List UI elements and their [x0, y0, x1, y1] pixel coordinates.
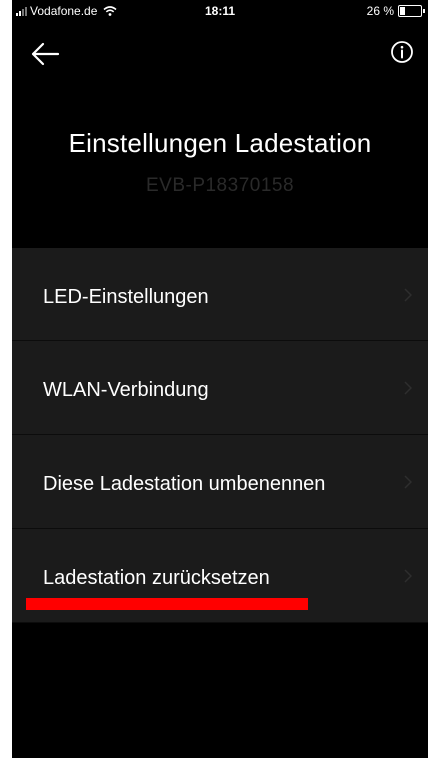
status-time: 18:11	[204, 4, 236, 18]
station-id: EVB-P18370158	[145, 175, 295, 196]
settings-menu: LED-Einstellungen WLAN-Verbindung Diese …	[12, 248, 428, 623]
menu-item-label: Ladestation zurücksetzen	[43, 567, 270, 589]
menu-item-label: WLAN-Verbindung	[43, 379, 209, 401]
highlight-underline	[26, 598, 308, 610]
app-screen: Vodafone.de 18:11 26 % Einstellungen Lad…	[12, 0, 428, 758]
menu-item-rename-station[interactable]: Diese Ladestation umbenennen	[12, 435, 428, 529]
chevron-right-icon	[404, 475, 412, 489]
battery-percent: 26 %	[366, 4, 394, 18]
chevron-right-icon	[404, 288, 412, 302]
status-bar: Vodafone.de 18:11 26 %	[12, 0, 428, 22]
battery-icon	[398, 5, 425, 17]
menu-item-label: Diese Ladestation umbenennen	[43, 473, 326, 495]
menu-item-led-settings[interactable]: LED-Einstellungen	[12, 248, 428, 341]
chevron-right-icon	[404, 381, 412, 395]
menu-item-wlan-connection[interactable]: WLAN-Verbindung	[12, 341, 428, 435]
status-right: 26 %	[366, 4, 425, 18]
page-title: Einstellungen Ladestation	[68, 128, 372, 158]
chevron-right-icon	[404, 569, 412, 583]
menu-item-label: LED-Einstellungen	[43, 286, 209, 308]
info-icon[interactable]	[390, 40, 414, 64]
arrow-left-icon[interactable]	[30, 42, 60, 66]
